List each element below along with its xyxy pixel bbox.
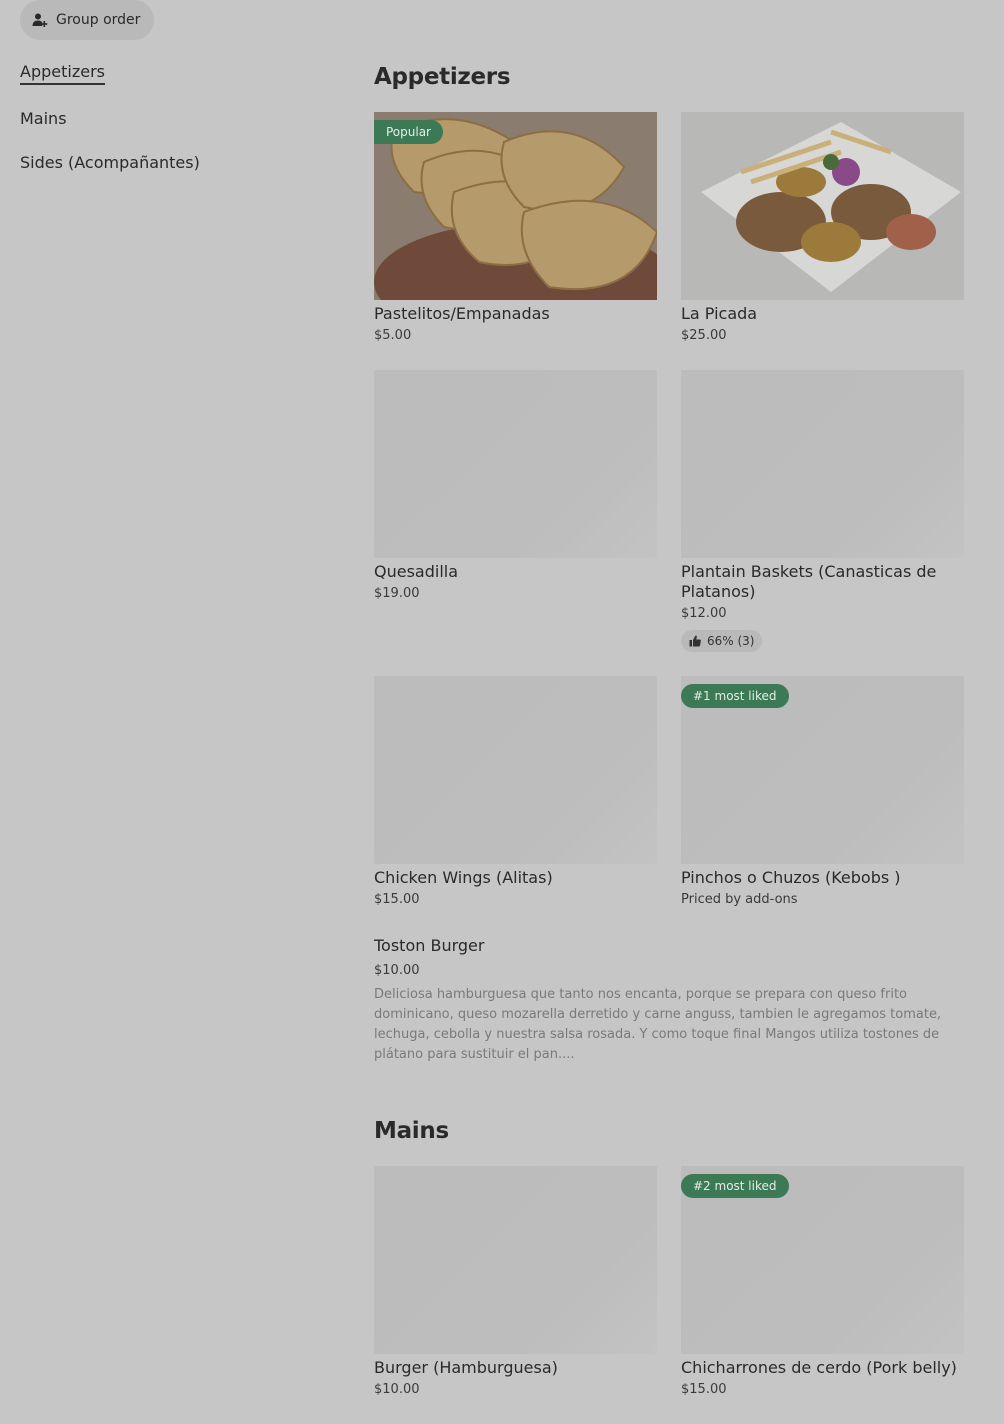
empanadas-photo: Popular	[374, 112, 657, 300]
menu-page: Group order Appetizers Mains Sides (Acom…	[0, 0, 1004, 1424]
nav-item-appetizers[interactable]: Appetizers	[20, 62, 105, 85]
menu-item-card[interactable]: La Picada $25.00	[681, 112, 964, 344]
menu-item-card[interactable]: Quesadilla $19.00	[374, 370, 657, 602]
item-price: $15.00	[374, 892, 420, 907]
item-name: Quesadilla	[374, 562, 459, 581]
menu-item-card[interactable]: Burger (Hamburguesa) $10.00	[374, 1166, 657, 1398]
item-name: Plantain Baskets (Canasticas de Platanos…	[681, 562, 937, 601]
item-price: $25.00	[681, 328, 727, 343]
image-placeholder: #2 most liked	[681, 1166, 964, 1354]
item-price: $10.00	[374, 1382, 420, 1397]
item-description: Deliciosa hamburguesa que tanto nos enca…	[374, 987, 942, 1062]
menu-item-card[interactable]: #1 most liked Pinchos o Chuzos (Kebobs )…	[681, 676, 964, 908]
item-name: Chicken Wings (Alitas)	[374, 868, 553, 887]
popular-badge: Popular	[374, 120, 443, 144]
item-price: $15.00	[681, 1382, 727, 1397]
thumbs-up-icon	[689, 635, 701, 647]
item-price: Priced by add-ons	[681, 892, 798, 907]
item-name: Pinchos o Chuzos (Kebobs )	[681, 868, 901, 887]
nav-item-mains[interactable]: Mains	[20, 109, 67, 128]
rating-text: 66% (3)	[707, 634, 755, 648]
image-placeholder	[374, 1166, 657, 1354]
person-add-icon	[32, 12, 48, 28]
group-order-label: Group order	[56, 12, 141, 28]
item-name: Chicharrones de cerdo (Pork belly)	[681, 1358, 957, 1377]
menu-item-text-card[interactable]: Toston Burger $10.00 Deliciosa hamburgue…	[374, 932, 954, 1065]
item-price: $19.00	[374, 586, 420, 601]
image-placeholder	[374, 370, 657, 558]
item-name: Pastelitos/Empanadas	[374, 304, 550, 323]
menu-item-card[interactable]: Chicken Wings (Alitas) $15.00	[374, 676, 657, 908]
picada-photo	[681, 112, 964, 300]
item-name: Burger (Hamburguesa)	[374, 1358, 558, 1377]
item-price: $10.00	[374, 963, 420, 978]
item-price: $12.00	[681, 606, 727, 621]
rating-badge: 66% (3)	[681, 630, 763, 652]
menu-item-card[interactable]: Popular Pastelitos/Empanadas $5.00	[374, 112, 657, 344]
item-name: Toston Burger	[374, 936, 485, 955]
item-price: $5.00	[374, 328, 412, 343]
nav-item-sides[interactable]: Sides (Acompañantes)	[20, 153, 200, 172]
section-title-mains: Mains	[374, 1118, 449, 1144]
item-name: La Picada	[681, 304, 758, 323]
image-placeholder	[681, 370, 964, 558]
group-order-button[interactable]: Group order	[20, 0, 154, 40]
most-liked-badge: #2 most liked	[681, 1174, 789, 1198]
image-placeholder	[374, 676, 657, 864]
menu-item-card[interactable]: #2 most liked Chicharrones de cerdo (Por…	[681, 1166, 964, 1398]
section-title-appetizers: Appetizers	[374, 64, 511, 90]
image-placeholder: #1 most liked	[681, 676, 964, 864]
menu-item-card[interactable]: Plantain Baskets (Canasticas de Platanos…	[681, 370, 964, 652]
most-liked-badge: #1 most liked	[681, 684, 789, 708]
